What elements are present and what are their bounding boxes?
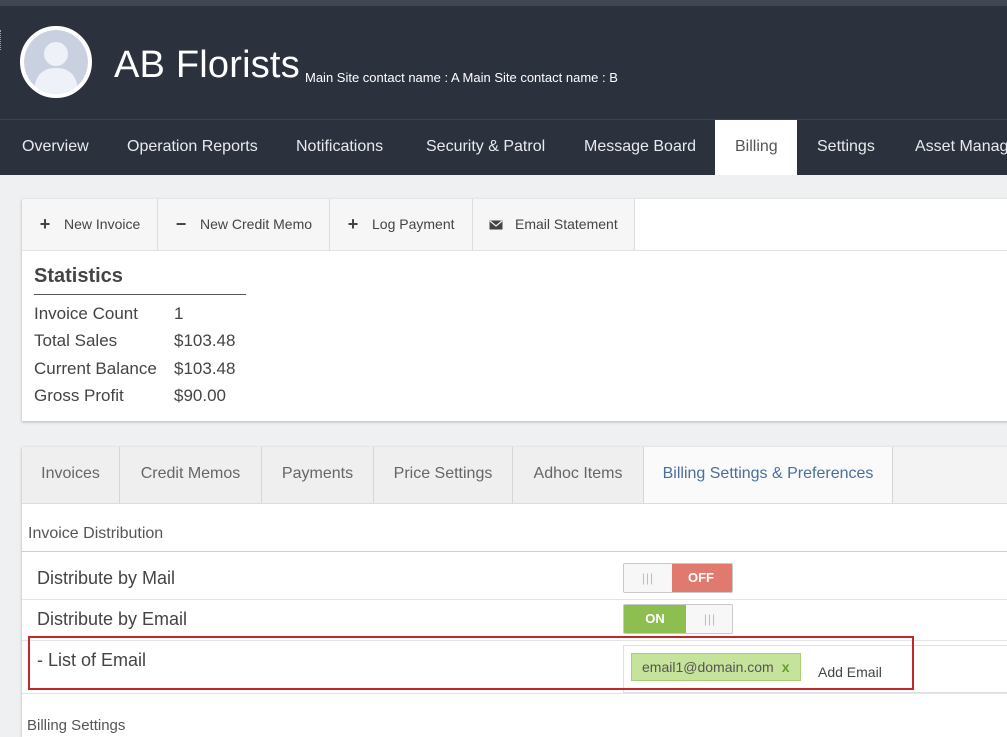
tab-payments[interactable]: Payments <box>262 447 374 503</box>
stat-label: Invoice Count <box>34 304 138 323</box>
distribute-by-mail-label: Distribute by Mail <box>37 568 176 588</box>
window-grip <box>0 30 4 50</box>
invoice-distribution-title: Invoice Distribution <box>28 525 164 542</box>
stat-label: Gross Profit <box>34 386 124 405</box>
avatar[interactable] <box>20 26 92 98</box>
new-invoice-label: New Invoice <box>64 216 141 232</box>
toggle-off-label: OFF <box>670 564 732 592</box>
tab-adhoc-items[interactable]: Adhoc Items <box>513 447 644 503</box>
billing-tabs-panel: Invoices Credit Memos Payments Price Set… <box>22 447 1007 737</box>
row-divider <box>22 599 1007 600</box>
nav-message-board[interactable]: Message Board <box>564 120 716 175</box>
tab-credit-memos[interactable]: Credit Memos <box>120 447 262 503</box>
distribute-by-email-toggle[interactable]: ON ||| <box>623 604 733 634</box>
highlight-box <box>28 636 914 690</box>
nav-asset-management[interactable]: Asset Manag <box>895 120 1007 175</box>
toggle-on-label: ON <box>624 605 686 633</box>
email-statement-label: Email Statement <box>515 216 618 232</box>
nav-security-patrol[interactable]: Security & Patrol <box>406 120 565 175</box>
contact-line: Main Site contact name : A Main Site con… <box>305 70 618 85</box>
envelope-icon <box>489 199 503 250</box>
section-divider <box>22 551 1007 552</box>
plus-icon: + <box>347 214 359 234</box>
billing-summary-panel: + New Invoice − New Credit Memo + Log Payme… <box>22 199 1007 421</box>
log-payment-button[interactable]: + Log Payment <box>330 199 473 250</box>
new-invoice-button[interactable]: + New Invoice <box>22 199 158 250</box>
billing-tabs: Invoices Credit Memos Payments Price Set… <box>22 447 1007 504</box>
distribute-by-email-label: Distribute by Email <box>37 609 188 629</box>
company-name: AB Florists <box>114 44 300 86</box>
tab-price-settings[interactable]: Price Settings <box>374 447 513 503</box>
plus-icon: + <box>39 214 51 234</box>
nav-operation-reports[interactable]: Operation Reports <box>107 120 278 175</box>
statistics-divider <box>34 294 246 295</box>
new-credit-memo-button[interactable]: − New Credit Memo <box>158 199 330 250</box>
toggle-knob: ||| <box>686 605 732 633</box>
stat-value: 1 <box>174 304 184 323</box>
nav-overview[interactable]: Overview <box>2 120 109 175</box>
stat-label: Total Sales <box>34 331 118 350</box>
minus-icon: − <box>175 214 187 234</box>
stat-label: Current Balance <box>34 359 157 378</box>
nav-billing[interactable]: Billing <box>715 120 797 175</box>
statistics-title: Statistics <box>34 265 123 287</box>
user-silhouette-icon <box>34 42 78 94</box>
stat-value: $90.00 <box>174 386 226 405</box>
row-divider <box>22 693 1007 694</box>
toggle-knob: ||| <box>624 564 672 592</box>
nav-notifications[interactable]: Notifications <box>276 120 403 175</box>
tab-billing-settings-preferences[interactable]: Billing Settings & Preferences <box>644 447 893 503</box>
new-credit-memo-label: New Credit Memo <box>200 216 313 232</box>
stat-value: $103.48 <box>174 331 236 350</box>
email-statement-button[interactable]: Email Statement <box>473 199 635 250</box>
log-payment-label: Log Payment <box>372 216 455 232</box>
nav-settings[interactable]: Settings <box>797 120 895 175</box>
billing-toolbar: + New Invoice − New Credit Memo + Log Payme… <box>22 199 1007 251</box>
tab-invoices[interactable]: Invoices <box>22 447 120 503</box>
main-nav: Overview Operation Reports Notifications… <box>0 119 1007 175</box>
distribute-by-mail-toggle[interactable]: OFF ||| <box>623 563 733 593</box>
stat-value: $103.48 <box>174 359 236 378</box>
app-header: AB Florists Main Site contact name : A M… <box>0 0 1007 119</box>
